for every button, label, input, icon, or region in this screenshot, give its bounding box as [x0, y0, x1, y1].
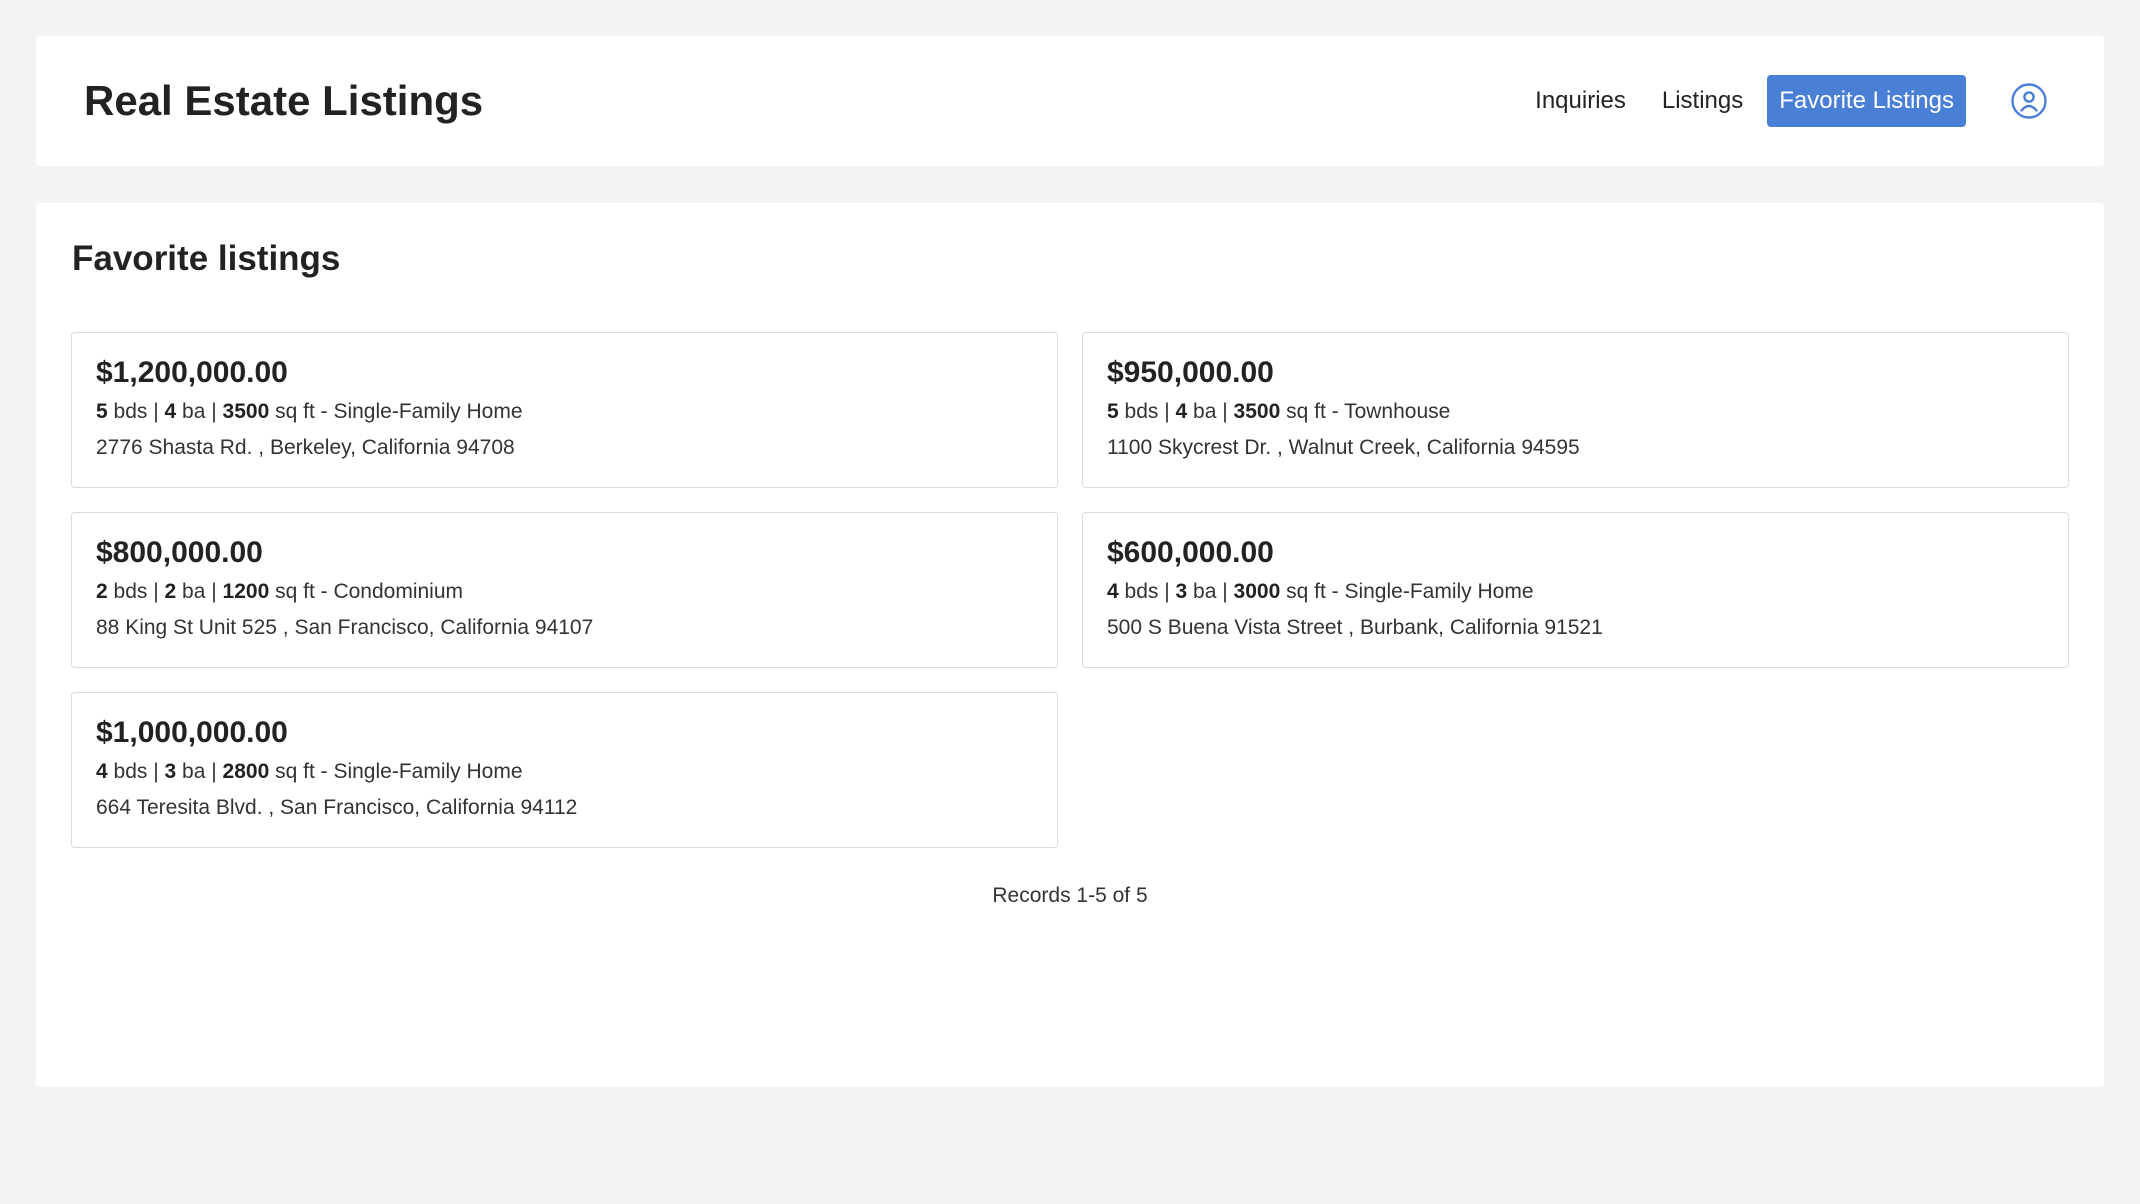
listing-price: $1,200,000.00	[96, 356, 288, 389]
listing-card[interactable]: $950,000.00 5 bds | 4 ba | 3500 sq ft - …	[1082, 332, 2069, 488]
listing-card[interactable]: $600,000.00 4 bds | 3 ba | 3000 sq ft - …	[1082, 512, 2069, 668]
listing-card[interactable]: $1,000,000.00 4 bds | 3 ba | 2800 sq ft …	[71, 692, 1058, 848]
nav-inquiries[interactable]: Inquiries	[1517, 75, 1644, 127]
app-title: Real Estate Listings	[84, 77, 484, 124]
listing-specs: 5 bds | 4 ba | 3500 sq ft - Single-Famil…	[96, 400, 523, 423]
listing-card[interactable]: $800,000.00 2 bds | 2 ba | 1200 sq ft - …	[71, 512, 1058, 668]
listing-grid: $1,200,000.00 5 bds | 4 ba | 3500 sq ft …	[71, 332, 2069, 848]
listing-address: 2776 Shasta Rd. , Berkeley, California 9…	[96, 436, 515, 459]
listing-price: $1,000,000.00	[96, 716, 288, 749]
main-nav: Inquiries Listings Favorite Listings	[1517, 75, 2048, 127]
records-count: Records 1-5 of 5	[992, 884, 1148, 907]
listing-address: 500 S Buena Vista Street , Burbank, Cali…	[1107, 616, 1603, 639]
listing-card[interactable]: $1,200,000.00 5 bds | 4 ba | 3500 sq ft …	[71, 332, 1058, 488]
listing-specs: 5 bds | 4 ba | 3500 sq ft - Townhouse	[1107, 400, 1451, 423]
user-circle-icon[interactable]	[2010, 82, 2048, 120]
app-header: Real Estate Listings Inquiries Listings …	[36, 36, 2104, 166]
listing-specs: 2 bds | 2 ba | 1200 sq ft - Condominium	[96, 580, 464, 603]
favorites-panel: Favorite listings $1,200,000.00 5 bds | …	[36, 203, 2104, 1087]
listing-specs: 4 bds | 3 ba | 2800 sq ft - Single-Famil…	[96, 760, 523, 783]
section-title: Favorite listings	[72, 239, 341, 278]
listing-price: $800,000.00	[96, 536, 263, 569]
listing-address: 1100 Skycrest Dr. , Walnut Creek, Califo…	[1107, 436, 1580, 459]
listing-price: $950,000.00	[1107, 356, 1274, 389]
nav-listings[interactable]: Listings	[1644, 75, 1761, 127]
listing-address: 664 Teresita Blvd. , San Francisco, Cali…	[96, 796, 578, 819]
listing-price: $600,000.00	[1107, 536, 1274, 569]
listing-address: 88 King St Unit 525 , San Francisco, Cal…	[96, 616, 594, 639]
nav-favorite-listings[interactable]: Favorite Listings	[1767, 75, 1966, 127]
listing-specs: 4 bds | 3 ba | 3000 sq ft - Single-Famil…	[1107, 580, 1534, 603]
